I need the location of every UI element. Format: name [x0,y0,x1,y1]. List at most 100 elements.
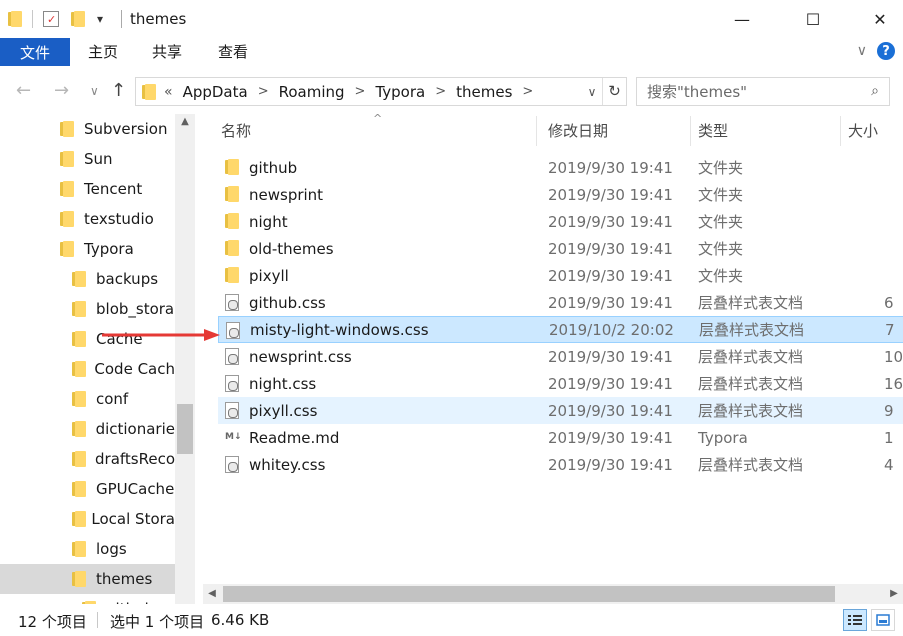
annotation-arrow-icon [102,329,220,341]
folder-icon [72,511,87,527]
tree-item-conf[interactable]: conf [72,384,175,414]
tab-home[interactable]: 主页 [88,38,118,66]
tree-item-typora[interactable]: Typora [60,234,175,264]
search-input[interactable]: 搜索"themes" ⌕ [636,77,890,106]
large-icons-view-button[interactable] [871,609,895,631]
file-list-horizontal-scrollbar[interactable]: ◀ ▶ [203,584,903,604]
file-name: github.css [249,293,326,312]
breadcrumb-appdata[interactable]: AppData [183,83,248,101]
properties-icon[interactable]: ✓ [43,11,59,27]
folder-icon [225,267,239,283]
tree-item-texstudio[interactable]: texstudio [60,204,175,234]
file-size: 6 [884,293,894,312]
details-view-button[interactable] [843,609,867,631]
file-row-pixyll[interactable]: pixyll 2019/9/30 19:41 文件夹 [218,262,903,289]
forward-button[interactable]: → [54,80,69,101]
status-separator [97,612,98,628]
tree-item-themes[interactable]: themes [0,564,175,594]
tree-item-label: Subversion [84,120,168,138]
scrollbar-thumb[interactable] [177,404,193,454]
tree-item-label: draftsReco [95,450,175,468]
recent-locations-icon[interactable]: ∨ [90,84,99,98]
column-divider[interactable] [840,116,841,146]
tree-item-dictionaries[interactable]: dictionarie [72,414,175,444]
up-button[interactable]: ↑ [111,80,126,101]
tab-view[interactable]: 查看 [218,38,248,66]
tree-item-label: Typora [84,240,134,258]
file-row-night-css[interactable]: night.css 2019/9/30 19:41 层叠样式表文档 16 [218,370,903,397]
scroll-right-icon[interactable]: ▶ [885,584,903,604]
file-name: newsprint.css [249,347,352,366]
css-file-icon [225,348,239,365]
breadcrumb-overflow[interactable]: « [164,84,173,100]
chevron-right-icon[interactable]: > [435,84,446,99]
file-row-github[interactable]: github 2019/9/30 19:41 文件夹 [218,154,903,181]
file-type: 文件夹 [698,267,744,285]
column-header-name[interactable]: 名称 [221,114,541,146]
nav-pane-scrollbar[interactable]: ▲ [175,114,195,604]
item-count: 12 个项目 [18,613,87,631]
file-row-newsprint-css[interactable]: newsprint.css 2019/9/30 19:41 层叠样式表文档 10 [218,343,903,370]
refresh-button[interactable]: ↻ [602,78,626,105]
tree-item-local-storage[interactable]: Local Stora [72,504,175,534]
tree-item-subversion[interactable]: Subversion [60,114,175,144]
address-bar[interactable]: « AppData > Roaming > Typora > themes > … [135,77,627,106]
folder-icon [72,301,86,317]
help-icon[interactable]: ? [877,42,895,60]
folder-icon [8,11,22,27]
tab-file[interactable]: 文件 [0,38,70,66]
file-name: night [249,212,288,231]
tree-item-gpucache[interactable]: GPUCache [72,474,175,504]
search-placeholder: 搜索"themes" [647,83,748,101]
tree-item-tencent[interactable]: Tencent [60,174,175,204]
close-button[interactable]: ✕ [857,0,903,38]
tree-item-drafts-recover[interactable]: draftsReco [72,444,175,474]
tree-item-logs[interactable]: logs [72,534,175,564]
chevron-right-icon[interactable]: > [355,84,366,99]
file-row-old-themes[interactable]: old-themes 2019/9/30 19:41 文件夹 [218,235,903,262]
back-button[interactable]: ← [16,80,31,101]
breadcrumb-typora[interactable]: Typora [375,83,425,101]
column-divider[interactable] [536,116,537,146]
tree-item-label: texstudio [84,210,154,228]
tab-share[interactable]: 共享 [152,38,182,66]
breadcrumb-roaming[interactable]: Roaming [279,83,345,101]
address-dropdown-icon[interactable]: ∨ [582,85,602,99]
tree-item-label: GPUCache [96,480,175,498]
chevron-right-icon[interactable]: > [258,84,269,99]
tree-item-blob-storage[interactable]: blob_stora [72,294,175,324]
ribbon-collapse-icon[interactable]: ∨ [857,43,867,59]
tree-item-label: dictionarie [95,420,175,438]
column-header-type[interactable]: 类型 [698,114,838,146]
file-row-misty-light-windows-css[interactable]: misty-light-windows.css 2019/10/2 20:02 … [218,316,903,343]
file-date: 2019/10/2 20:02 [549,320,674,339]
file-row-pixyll-css[interactable]: pixyll.css 2019/9/30 19:41 层叠样式表文档 9 [218,397,903,424]
scroll-up-icon[interactable]: ▲ [175,116,195,134]
tree-item-backups[interactable]: backups [72,264,175,294]
scroll-left-icon[interactable]: ◀ [203,584,221,604]
maximize-button[interactable]: ☐ [790,0,836,38]
navigation-pane: Subversion Sun Tencent texstudio Typora … [0,114,196,604]
breadcrumb-themes[interactable]: themes [456,83,512,101]
folder-icon [60,211,74,227]
folder-icon [60,241,74,257]
column-divider[interactable] [690,116,691,146]
file-row-newsprint[interactable]: newsprint 2019/9/30 19:41 文件夹 [218,181,903,208]
minimize-button[interactable]: — [719,0,765,38]
column-header-date[interactable]: 修改日期 [548,114,688,146]
file-row-night[interactable]: night 2019/9/30 19:41 文件夹 [218,208,903,235]
tree-item-label: Tencent [84,180,143,198]
qat-dropdown-icon[interactable]: ▾ [97,12,103,26]
tree-item-code-cache[interactable]: Code Cach [72,354,175,384]
tree-item-github[interactable]: githuk [82,594,175,604]
file-row-readme-md[interactable]: M↓ Readme.md 2019/9/30 19:41 Typora 1 [218,424,903,451]
scrollbar-thumb[interactable] [223,586,835,602]
chevron-right-icon[interactable]: > [522,84,533,99]
file-row-whitey-css[interactable]: whitey.css 2019/9/30 19:41 层叠样式表文档 4 [218,451,903,478]
column-header-size[interactable]: 大小 [848,114,903,146]
tree-item-label: blob_stora [96,300,175,318]
tree-item-label: conf [96,390,129,408]
tree-item-sun[interactable]: Sun [60,144,175,174]
new-folder-icon[interactable] [71,11,85,27]
file-row-github-css[interactable]: github.css 2019/9/30 19:41 层叠样式表文档 6 [218,289,903,316]
